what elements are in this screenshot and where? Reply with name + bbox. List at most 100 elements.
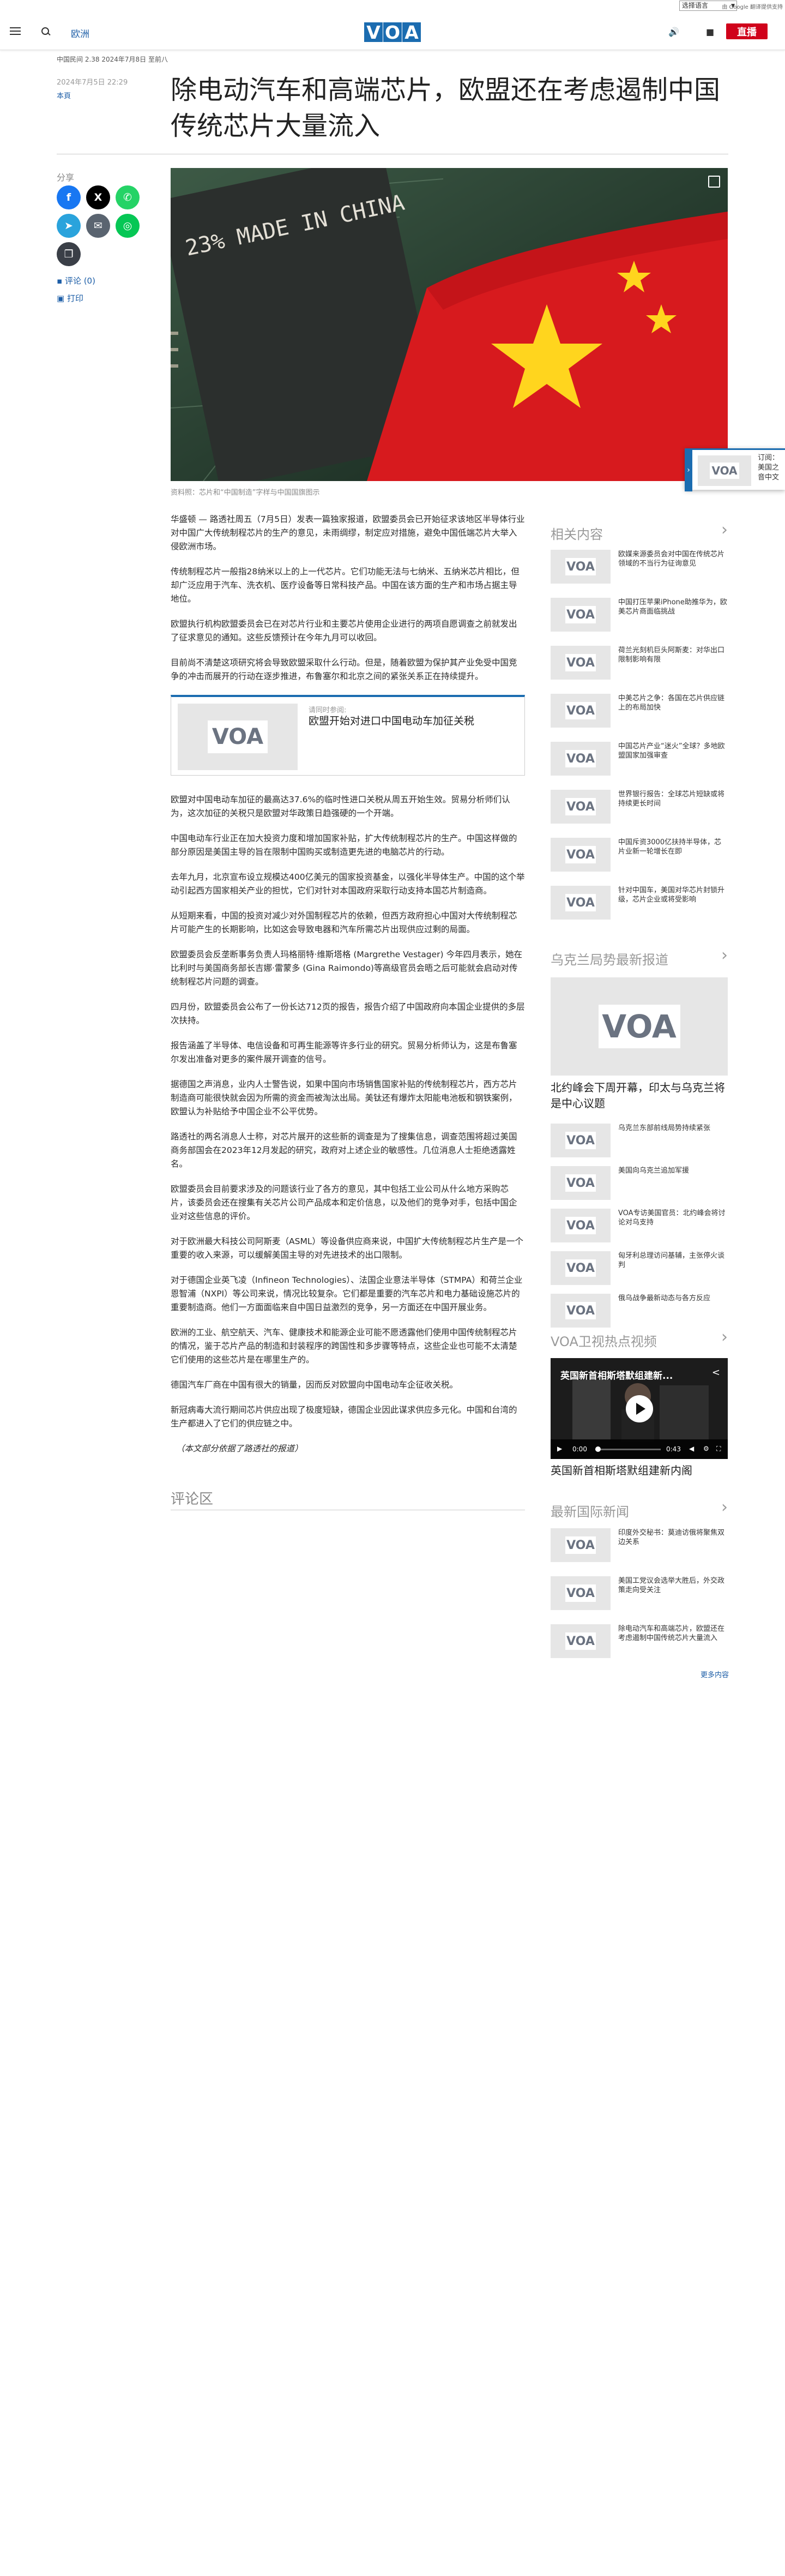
item-title[interactable]: 荷兰光刻机巨头阿斯麦：对华出口限制影响有限: [618, 646, 727, 664]
x-icon[interactable]: X: [86, 185, 110, 209]
item-title[interactable]: 乌克兰东部前线局势持续紧张: [618, 1124, 727, 1133]
item-title[interactable]: 美国工党议会选举大胜后，外交政策走向受关注: [618, 1576, 727, 1595]
paragraph: 欧盟委员会反垄断事务负责人玛格丽特·维斯塔格 (Margrethe Vestag…: [171, 950, 522, 987]
item-title[interactable]: VOA专访美国官员：北约峰会将讨论对乌支持: [618, 1209, 727, 1227]
section-link[interactable]: 欧洲: [71, 26, 89, 40]
sidebar-list-item[interactable]: VOA 中国斥资3000亿扶持半导体，芯片业新一轮增长在即: [551, 838, 728, 876]
item-title[interactable]: 世界银行报告：全球芯片短缺或将持续更长时间: [618, 790, 727, 808]
item-title[interactable]: 除电动汽车和高端芯片，欧盟还在考虑遏制中国传统芯片大量流入: [618, 1624, 727, 1643]
sidebar-list-item[interactable]: VOA 印度外交秘书：莫迪访俄将聚焦双边关系: [551, 1528, 728, 1566]
intl-heading[interactable]: 最新国际新闻: [551, 1498, 728, 1520]
item-thumbnail: VOA: [551, 742, 611, 776]
comment-icon: ▪: [57, 276, 65, 286]
print-link[interactable]: ▣ 打印: [57, 292, 83, 304]
progress-bar[interactable]: [595, 1449, 661, 1450]
ukraine-lead-thumbnail[interactable]: VOA: [551, 977, 728, 1076]
google-translate-credit[interactable]: 由 Google 翻译提供支持: [722, 2, 783, 10]
sidebar-list-item[interactable]: VOA 荷兰光刻机巨头阿斯麦：对华出口限制影响有限: [551, 646, 728, 684]
logo-letter: V: [364, 22, 383, 43]
related-heading-label: 相关内容: [551, 527, 603, 542]
related-article-card[interactable]: VOA 请同时参阅: 欧盟开始对进口中国电动车加征关税: [171, 695, 525, 776]
share-icon[interactable]: <: [712, 1367, 720, 1378]
volume-icon[interactable]: ◀: [689, 1445, 694, 1452]
sidebar-list-item[interactable]: VOA 欧媒来源委员会对中国在传统芯片领域的不当行为征询意见: [551, 550, 728, 588]
author-link[interactable]: 本頁: [57, 90, 71, 100]
voa-logo-placeholder: VOA: [565, 1632, 596, 1650]
video-heading[interactable]: VOA卫视热点视频: [551, 1328, 728, 1350]
voa-logo-placeholder: VOA: [565, 1217, 596, 1234]
email-icon[interactable]: ✉: [86, 214, 110, 238]
fullscreen-icon[interactable]: ⛶: [716, 1445, 721, 1453]
item-title[interactable]: 中国芯片产业“迷火”全球？多地欧盟国家加强审查: [618, 742, 727, 760]
facebook-icon[interactable]: f: [57, 185, 81, 209]
sidebar-list-item[interactable]: VOA 美国向乌克兰追加军援: [551, 1166, 728, 1204]
voa-logo[interactable]: V O A: [364, 22, 421, 43]
item-title[interactable]: 印度外交秘书：莫迪访俄将聚焦双边关系: [618, 1528, 727, 1547]
menu-icon[interactable]: [10, 25, 21, 37]
publish-date: 2024年7月5日 22:29: [57, 79, 128, 87]
paragraph: 据德国之声消息，业内人士警告说，如果中国向市场销售国家补贴的传统制程芯片，西方芯…: [171, 1079, 517, 1116]
video-player[interactable]: 英国新首相斯塔默组建新... < ▶ 0:00 0:43 ◀ ⚙ ⛶: [551, 1358, 728, 1459]
progress-handle[interactable]: [595, 1446, 601, 1452]
expand-icon[interactable]: [708, 176, 720, 188]
copy-link-icon[interactable]: ❐: [57, 242, 81, 266]
play-icon[interactable]: ▶: [557, 1445, 562, 1452]
related-title[interactable]: 欧盟开始对进口中国电动车加征关税: [309, 714, 474, 728]
subscribe-popup[interactable]: › VOA 订阅：美国之音中文: [685, 448, 785, 491]
chevron-right-icon[interactable]: ›: [685, 448, 692, 491]
video-camera-icon[interactable]: ■: [706, 27, 714, 37]
telegram-icon[interactable]: ➤: [57, 214, 81, 238]
item-title[interactable]: 欧媒来源委员会对中国在传统芯片领域的不当行为征询意见: [618, 550, 727, 568]
sidebar-list-item[interactable]: VOA 中国打压苹果iPhone助推华为，欧美芯片商面临挑战: [551, 598, 728, 636]
paragraph: 四月份，欧盟委员会公布了一份长达712页的报告，报告介绍了中国政府向本国企业提供…: [171, 1002, 525, 1025]
related-heading[interactable]: 相关内容: [551, 520, 728, 543]
line-icon[interactable]: ◎: [116, 214, 140, 238]
audio-icon[interactable]: 🔊: [668, 27, 679, 37]
voa-logo-placeholder: VOA: [565, 558, 596, 575]
sidebar-list-item[interactable]: VOA 美国工党议会选举大胜后，外交政策走向受关注: [551, 1576, 728, 1614]
sidebar-list-item[interactable]: VOA 乌克兰东部前线局势持续紧张: [551, 1124, 728, 1162]
item-title[interactable]: 中国打压苹果iPhone助推华为，欧美芯片商面临挑战: [618, 598, 727, 616]
item-title[interactable]: 俄乌战争最新动态与各方反应: [618, 1294, 727, 1303]
ukraine-heading[interactable]: 乌克兰局势最新报道: [551, 946, 728, 968]
current-time: 0:00: [572, 1445, 587, 1453]
item-thumbnail: VOA: [551, 1294, 611, 1328]
item-thumbnail: VOA: [551, 646, 611, 680]
video-caption[interactable]: 英国新首相斯塔默组建新内阁: [551, 1463, 728, 1479]
voa-logo-placeholder: VOA: [565, 1132, 596, 1149]
sidebar-list-item[interactable]: VOA 匈牙利总理访问基辅，主张停火谈判: [551, 1251, 728, 1289]
item-title[interactable]: 匈牙利总理访问基辅，主张停火谈判: [618, 1251, 727, 1270]
live-button[interactable]: 直播: [726, 23, 768, 39]
sidebar-list-item[interactable]: VOA 中美芯片之争：各国在芯片供应链上的布局加快: [551, 694, 728, 732]
sidebar-list-item[interactable]: VOA 针对中国车，美国对华芯片封锁升级，芯片企业或将受影响: [551, 886, 728, 924]
chip-flag-illustration: 23% MADE IN CHINA: [171, 168, 728, 481]
item-title[interactable]: 针对中国车，美国对华芯片封锁升级，芯片企业或将受影响: [618, 886, 727, 904]
voa-logo-placeholder: VOA: [565, 606, 596, 623]
item-title[interactable]: 美国向乌克兰追加军援: [618, 1166, 727, 1175]
hero-image: 23% MADE IN CHINA: [171, 168, 728, 481]
print-link-label: 打印: [67, 293, 83, 303]
item-title[interactable]: 中国斥资3000亿扶持半导体，芯片业新一轮增长在即: [618, 838, 727, 856]
popup-thumbnail: VOA: [698, 455, 751, 486]
article-body: 华盛顿 — 路透社周五（7月5日）发表一篇独家报道，欧盟委员会已开始征求该地区半…: [171, 513, 525, 1467]
search-icon[interactable]: [40, 26, 52, 38]
more-link[interactable]: 更多内容: [701, 1669, 729, 1679]
paragraph: 中国电动车行业正在加大投资力度和增加国家补贴，扩大传统制程芯片的生产。中国这样做…: [171, 833, 517, 857]
paragraph: 欧盟执行机构欧盟委员会已在对芯片行业和主要芯片使用企业进行的两项自愿调查之前就发…: [171, 619, 517, 643]
paragraph: 对于欧洲最大科技公司阿斯麦（ASML）等设备供应商来说，中国扩大传统制程芯片生产…: [171, 1236, 523, 1260]
play-button[interactable]: [626, 1395, 653, 1422]
site-header: 欧洲 V O A 🔊 ■ 直播: [0, 13, 785, 50]
sidebar-list-item[interactable]: VOA 除电动汽车和高端芯片，欧盟还在考虑遏制中国传统芯片大量流入: [551, 1624, 728, 1662]
settings-icon[interactable]: ⚙: [703, 1445, 709, 1452]
ukraine-lead-title[interactable]: 北约峰会下周开幕，印太与乌克兰将是中心议题: [551, 1080, 728, 1112]
item-thumbnail: VOA: [551, 1124, 611, 1157]
item-title[interactable]: 中美芯片之争：各国在芯片供应链上的布局加快: [618, 694, 727, 712]
sidebar-list-item[interactable]: VOA 世界银行报告：全球芯片短缺或将持续更长时间: [551, 790, 728, 828]
sidebar-list-item[interactable]: VOA 中国芯片产业“迷火”全球？多地欧盟国家加强审查: [551, 742, 728, 780]
image-caption: 资料照：芯片和“中国制造”字样与中国国旗图示: [171, 489, 320, 497]
item-thumbnail: VOA: [551, 1166, 611, 1200]
sidebar-list-item[interactable]: VOA VOA专访美国官员：北约峰会将讨论对乌支持: [551, 1209, 728, 1247]
whatsapp-icon[interactable]: ✆: [116, 185, 140, 209]
sidebar-list-item[interactable]: VOA 俄乌战争最新动态与各方反应: [551, 1294, 728, 1332]
comment-link[interactable]: ▪ 评论 (0): [57, 275, 95, 286]
